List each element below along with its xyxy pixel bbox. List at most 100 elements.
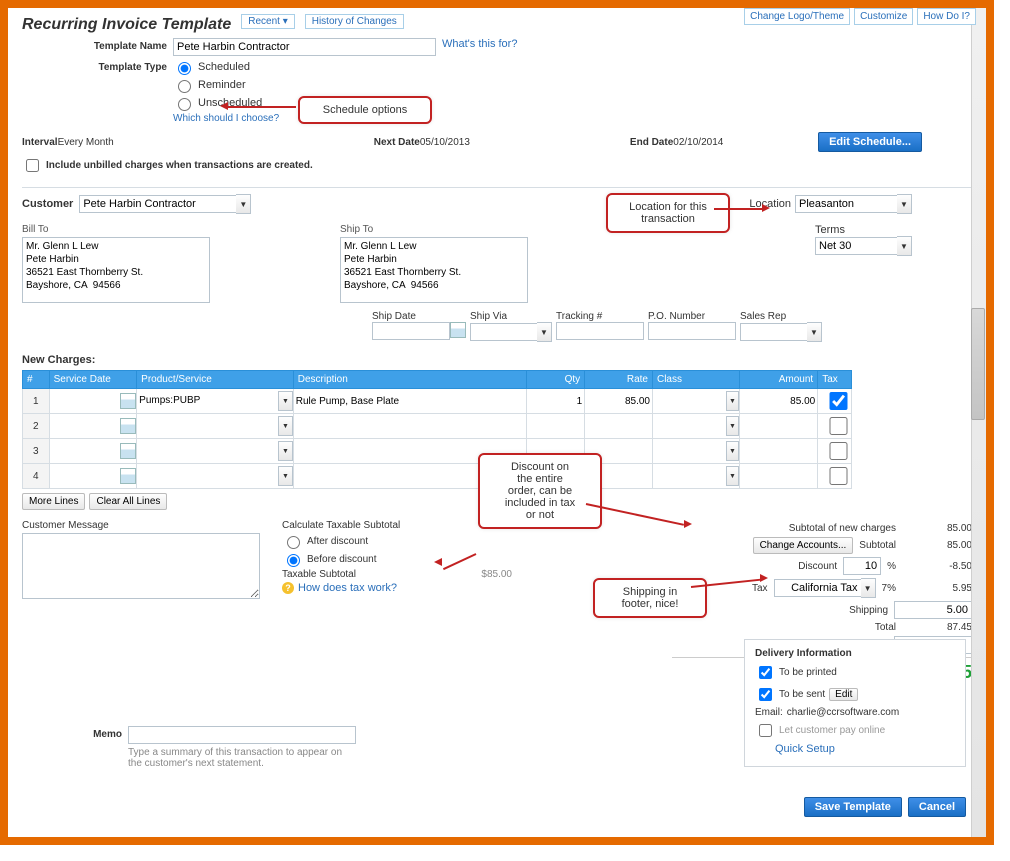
location-dropdown-button[interactable]: ▼ <box>897 194 912 214</box>
quick-setup-link[interactable]: Quick Setup <box>775 743 835 755</box>
amount-input[interactable] <box>740 392 817 410</box>
subtotal-new-value: 85.00 <box>902 523 972 534</box>
calendar-icon[interactable] <box>450 322 466 338</box>
customer-message-textarea[interactable] <box>22 533 260 599</box>
ship-via-dropdown[interactable]: ▼ <box>537 322 552 342</box>
history-button[interactable]: History of Changes <box>305 14 404 29</box>
terms-dropdown-button[interactable]: ▼ <box>897 236 912 256</box>
interval-label: Interval <box>22 137 58 148</box>
sales-rep-dropdown[interactable]: ▼ <box>807 322 822 342</box>
how-do-i-button[interactable]: How Do I? <box>917 8 976 25</box>
class-input[interactable] <box>653 466 726 484</box>
product-dropdown[interactable]: ▼ <box>278 466 293 486</box>
memo-input[interactable] <box>128 726 356 744</box>
calendar-icon[interactable] <box>120 443 136 459</box>
save-template-button[interactable]: Save Template <box>804 797 902 817</box>
type-unscheduled-label: Unscheduled <box>198 97 262 109</box>
amount-input[interactable] <box>740 467 817 485</box>
to-be-sent-label: To be sent <box>779 689 825 700</box>
product-dropdown[interactable]: ▼ <box>278 391 293 411</box>
edit-delivery-button[interactable]: Edit <box>829 688 858 701</box>
more-lines-button[interactable]: More Lines <box>22 493 85 510</box>
tax-checkbox[interactable] <box>822 392 855 410</box>
rate-input[interactable] <box>585 442 652 460</box>
product-input[interactable] <box>137 416 278 434</box>
tax-checkbox[interactable] <box>822 417 855 435</box>
how-tax-link[interactable]: How does tax work? <box>298 582 397 594</box>
scrollbar-thumb[interactable] <box>971 308 985 420</box>
before-discount-radio[interactable] <box>287 554 300 567</box>
product-input[interactable] <box>137 391 278 409</box>
desc-input[interactable] <box>294 467 527 485</box>
rate-input[interactable] <box>585 417 652 435</box>
calendar-icon[interactable] <box>120 393 136 409</box>
class-dropdown[interactable]: ▼ <box>726 391 740 411</box>
type-reminder-radio[interactable] <box>178 80 191 93</box>
tracking-input[interactable] <box>556 322 644 340</box>
calendar-icon[interactable] <box>120 468 136 484</box>
desc-input[interactable] <box>294 417 527 435</box>
class-input[interactable] <box>653 441 726 459</box>
terms-input[interactable] <box>815 237 897 255</box>
qty-input[interactable] <box>527 392 584 410</box>
include-unbilled-checkbox[interactable] <box>26 159 39 172</box>
discount-pct-input[interactable] <box>843 557 881 575</box>
po-input[interactable] <box>648 322 736 340</box>
clear-lines-button[interactable]: Clear All Lines <box>89 493 167 510</box>
ship-to-textarea[interactable] <box>340 237 528 303</box>
template-name-input[interactable] <box>173 38 436 56</box>
customize-button[interactable]: Customize <box>854 8 913 25</box>
shipping-input[interactable] <box>894 601 972 619</box>
discount-value: -8.50 <box>902 561 972 572</box>
whats-this-link[interactable]: What's this for? <box>442 38 517 50</box>
ship-via-input[interactable] <box>470 323 537 341</box>
col-rate: Rate <box>585 371 653 389</box>
ship-date-input[interactable] <box>372 322 450 340</box>
template-type-label: Template Type <box>82 59 167 73</box>
tax-checkbox[interactable] <box>822 442 855 460</box>
customer-message-label: Customer Message <box>22 520 252 531</box>
change-accounts-button[interactable]: Change Accounts... <box>753 537 854 554</box>
location-input[interactable] <box>795 195 897 213</box>
bill-to-textarea[interactable] <box>22 237 210 303</box>
qty-input[interactable] <box>527 417 584 435</box>
customer-input[interactable] <box>79 195 236 213</box>
type-unscheduled-radio[interactable] <box>178 98 191 111</box>
tax-checkbox[interactable] <box>822 467 855 485</box>
after-discount-radio[interactable] <box>287 536 300 549</box>
desc-input[interactable] <box>294 392 527 410</box>
product-input[interactable] <box>137 466 278 484</box>
qty-input[interactable] <box>527 467 584 485</box>
rate-input[interactable] <box>585 467 652 485</box>
type-scheduled-radio[interactable] <box>178 62 191 75</box>
product-input[interactable] <box>137 441 278 459</box>
which-should-link[interactable]: Which should I choose? <box>173 113 279 124</box>
interval-value: Every Month <box>58 137 114 148</box>
change-logo-button[interactable]: Change Logo/Theme <box>744 8 850 25</box>
class-input[interactable] <box>653 416 726 434</box>
rate-input[interactable] <box>585 392 652 410</box>
amount-input[interactable] <box>740 417 817 435</box>
tax-value: 5.95 <box>902 583 972 594</box>
product-dropdown[interactable]: ▼ <box>278 441 293 461</box>
sales-rep-input[interactable] <box>740 323 807 341</box>
pay-online-checkbox[interactable] <box>759 724 772 737</box>
tax-name-input[interactable] <box>774 579 861 597</box>
class-dropdown[interactable]: ▼ <box>726 441 740 461</box>
edit-schedule-button[interactable]: Edit Schedule... <box>818 132 922 152</box>
class-dropdown[interactable]: ▼ <box>726 466 740 486</box>
calendar-icon[interactable] <box>120 418 136 434</box>
tax-dropdown[interactable]: ▼ <box>861 578 876 598</box>
product-dropdown[interactable]: ▼ <box>278 416 293 436</box>
recent-button[interactable]: Recent ▾ <box>241 14 294 29</box>
qty-input[interactable] <box>527 442 584 460</box>
to-be-sent-checkbox[interactable] <box>759 688 772 701</box>
class-dropdown[interactable]: ▼ <box>726 416 740 436</box>
to-be-printed-checkbox[interactable] <box>759 666 772 679</box>
total-label: Total <box>875 622 896 633</box>
customer-dropdown-button[interactable]: ▼ <box>236 194 251 214</box>
desc-input[interactable] <box>294 442 527 460</box>
amount-input[interactable] <box>740 442 817 460</box>
cancel-button[interactable]: Cancel <box>908 797 966 817</box>
class-input[interactable] <box>653 391 726 409</box>
